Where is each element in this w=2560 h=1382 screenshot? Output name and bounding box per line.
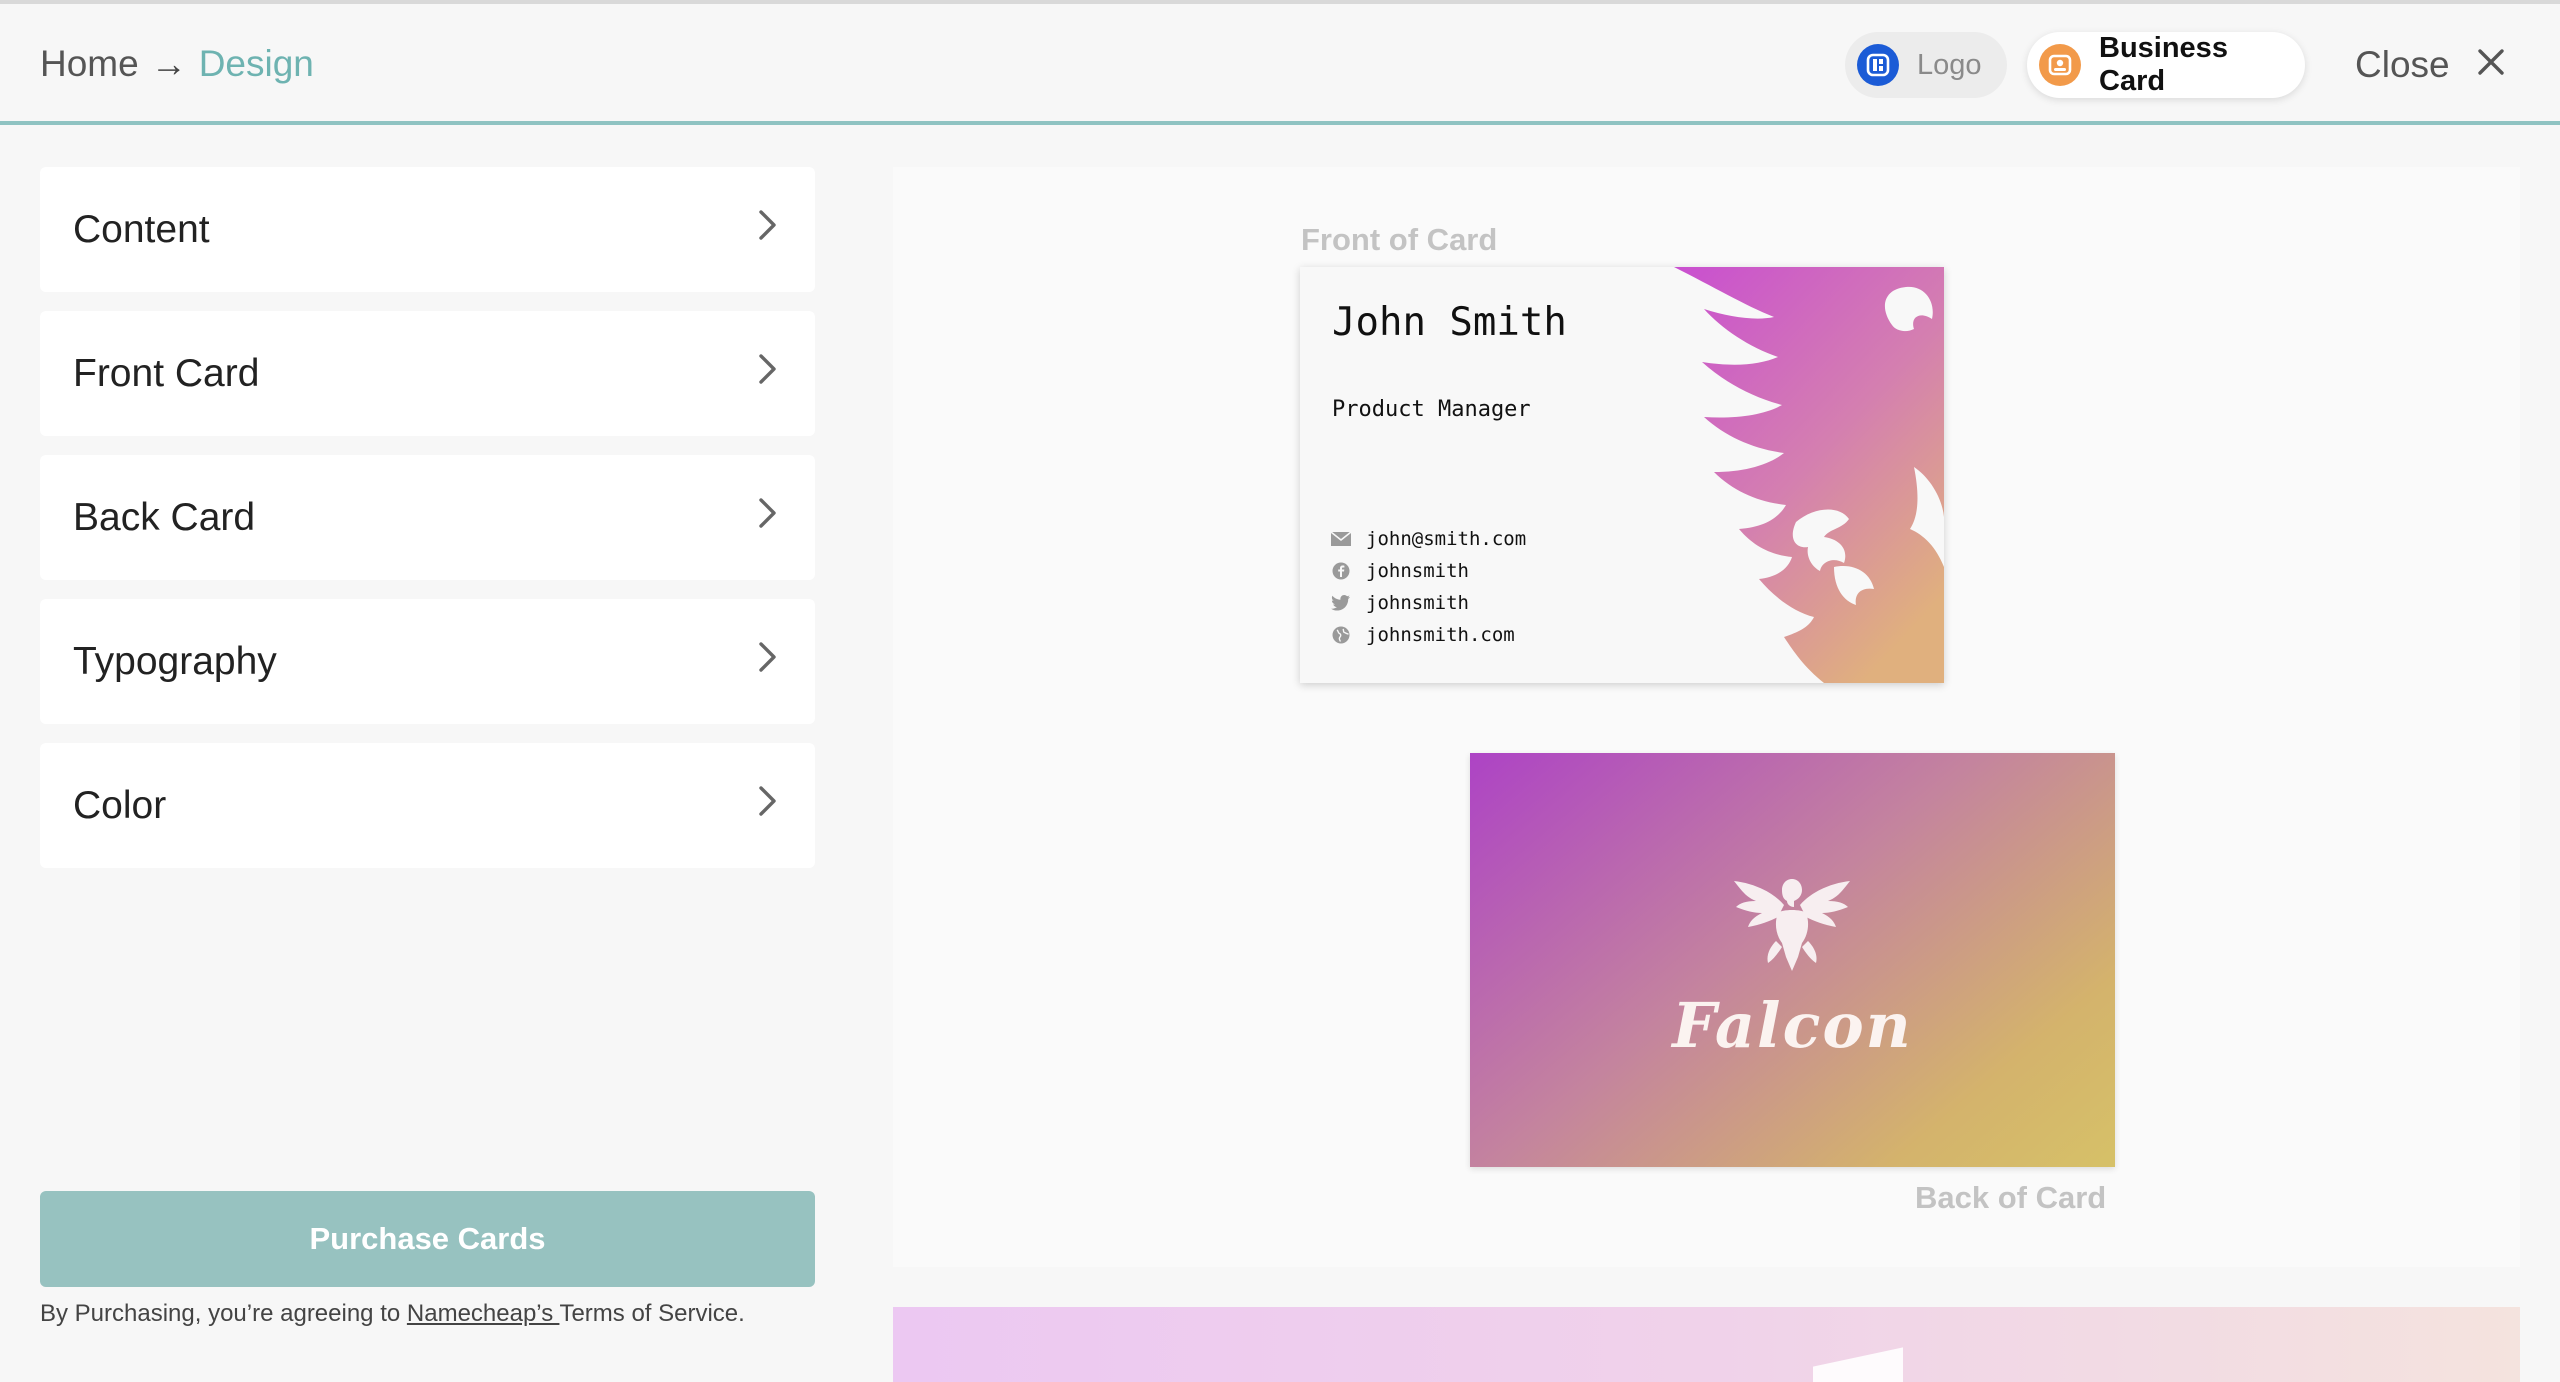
card-person-title: Product Manager <box>1332 397 1531 422</box>
close-icon <box>2476 44 2506 86</box>
mode-tab-logo[interactable]: Logo <box>1845 32 2007 98</box>
terms-suffix: Terms of Service. <box>559 1300 745 1327</box>
breadcrumb-current: Design <box>198 43 314 84</box>
card-contact-text: john@smith.com <box>1366 528 1527 550</box>
front-card-preview[interactable]: John Smith Product Manager john@smith.co… <box>1300 267 1944 683</box>
email-icon <box>1330 528 1352 550</box>
card-contact-list: john@smith.com johnsmith johnsmith johns… <box>1330 523 1526 651</box>
sidebar-item-label: Typography <box>73 639 277 683</box>
breadcrumb-arrow: → <box>150 43 187 84</box>
chevron-right-icon <box>757 640 779 684</box>
terms-link[interactable]: Namecheap’s <box>407 1300 560 1327</box>
close-label: Close <box>2355 44 2450 85</box>
card-contact-row: john@smith.com <box>1330 523 1526 555</box>
logo-builder-icon <box>1857 44 1899 86</box>
sidebar-item-typography[interactable]: Typography <box>40 599 815 724</box>
sidebar-item-label: Back Card <box>73 495 256 539</box>
card-contact-text: johnsmith <box>1366 560 1469 582</box>
card-person-name: John Smith <box>1332 300 1567 345</box>
terms-notice: By Purchasing, you’re agreeing to Namech… <box>40 1296 745 1332</box>
falcon-emblem-icon <box>1734 879 1850 971</box>
chevron-right-icon <box>757 208 779 252</box>
back-of-card-label: Back of Card <box>1915 1180 2107 1215</box>
falcon-wing-graphic <box>1674 267 1944 683</box>
purchase-cards-button[interactable]: Purchase Cards <box>40 1191 815 1287</box>
globe-icon <box>1330 624 1352 646</box>
card-contact-row: johnsmith <box>1330 587 1526 619</box>
sidebar-item-label: Front Card <box>73 351 260 395</box>
back-card-brand-name: Falcon <box>1672 989 1913 1062</box>
sidebar-item-front-card[interactable]: Front Card <box>40 311 815 436</box>
breadcrumb: Home → Design <box>40 36 314 92</box>
twitter-icon <box>1330 592 1352 614</box>
mode-tab-logo-label: Logo <box>1917 48 1982 81</box>
business-card-icon <box>2039 44 2081 86</box>
chevron-right-icon <box>757 496 779 540</box>
chevron-right-icon <box>757 784 779 828</box>
sidebar-item-content[interactable]: Content <box>40 167 815 292</box>
facebook-icon <box>1330 560 1352 582</box>
back-card-preview[interactable]: Falcon <box>1470 753 2115 1167</box>
card-contact-text: johnsmith.com <box>1366 624 1515 646</box>
terms-prefix: By Purchasing, you’re agreeing to <box>40 1300 407 1327</box>
card-contact-row: johnsmith <box>1330 555 1526 587</box>
sidebar-item-label: Content <box>73 207 210 251</box>
front-of-card-label: Front of Card <box>1301 222 1498 257</box>
card-contact-row: johnsmith.com <box>1330 619 1526 651</box>
sidebar-item-label: Color <box>73 783 167 827</box>
sidebar-item-color[interactable]: Color <box>40 743 815 868</box>
template-preview-strip[interactable] <box>893 1307 2520 1382</box>
chevron-right-icon <box>757 352 779 396</box>
template-preview-shape <box>1813 1347 1903 1382</box>
breadcrumb-home-link[interactable]: Home <box>40 36 139 92</box>
card-contact-text: johnsmith <box>1366 592 1469 614</box>
mode-tab-business-card-label: Business Card <box>2099 32 2228 97</box>
app-header: Home → Design Logo Business Card Close <box>0 4 2560 125</box>
sidebar-item-back-card[interactable]: Back Card <box>40 455 815 580</box>
mode-tab-business-card[interactable]: Business Card <box>2027 32 2305 98</box>
close-button[interactable]: Close <box>2355 34 2506 96</box>
